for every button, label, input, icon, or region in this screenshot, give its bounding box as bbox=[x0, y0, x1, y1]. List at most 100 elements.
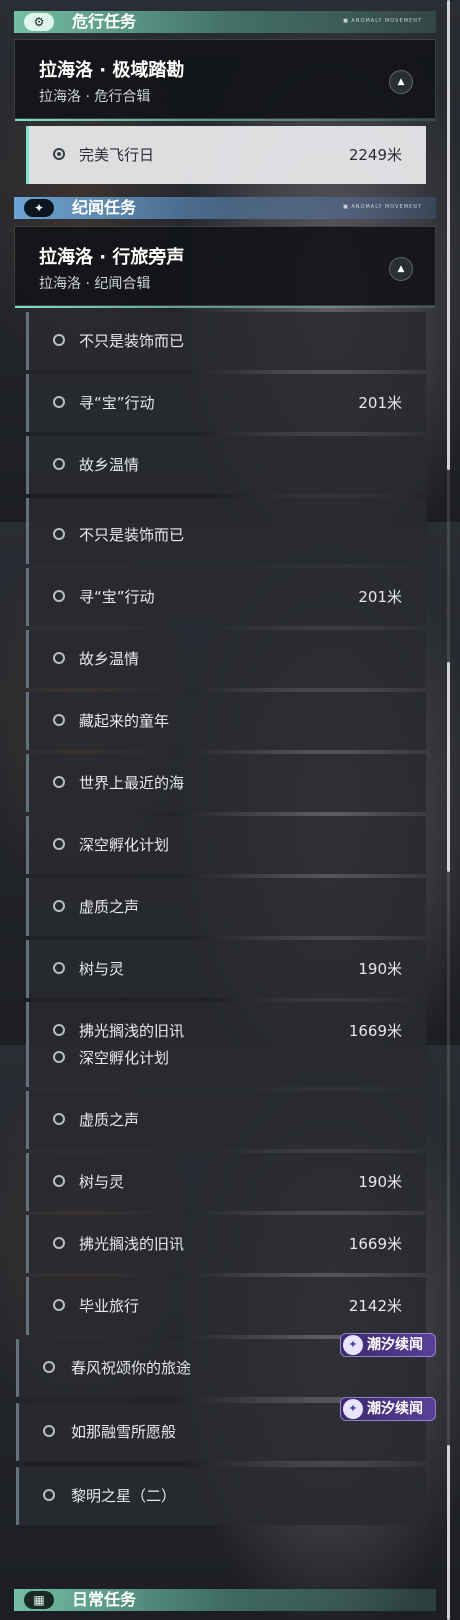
quest-item[interactable]: 虚质之声 bbox=[26, 1091, 426, 1149]
tide-icon: ✦ bbox=[343, 1399, 363, 1419]
section-tag: ■ ANOMALY MOVEMENT bbox=[343, 18, 422, 24]
chapter-subtitle: 拉海洛 · 纪闻合辑 bbox=[39, 276, 151, 292]
quest-item[interactable]: 深空孵化计划 bbox=[26, 1045, 426, 1087]
badge-label: 潮汐续闻 bbox=[367, 1337, 423, 1353]
tide-badge: ✦ 潮汐续闻 bbox=[340, 1397, 436, 1421]
radio-icon bbox=[53, 458, 65, 470]
radio-icon bbox=[53, 590, 65, 602]
radio-icon bbox=[53, 1175, 65, 1187]
scrollbar[interactable] bbox=[447, 1045, 450, 1620]
quest-name: 春风祝颂你的旅途 bbox=[71, 1359, 192, 1377]
quest-name: 故乡温情 bbox=[79, 456, 140, 474]
radio-icon bbox=[53, 396, 65, 408]
quest-name: 藏起来的童年 bbox=[79, 712, 170, 730]
quest-name: 寻“宝”行动 bbox=[79, 588, 155, 606]
quest-name: 毕业旅行 bbox=[79, 1297, 140, 1315]
quest-item-active[interactable]: 完美飞行日 2249米 bbox=[26, 126, 426, 184]
radio-icon bbox=[43, 1489, 55, 1501]
quest-name: 世界上最近的海 bbox=[79, 774, 185, 792]
quest-distance: 201米 bbox=[358, 394, 402, 412]
chapter-title: 拉海洛 · 极域踏勘 bbox=[39, 60, 185, 81]
section-title: 纪闻任务 bbox=[72, 198, 137, 217]
quest-item[interactable]: 不只是装饰而已 bbox=[26, 312, 426, 370]
quest-name: 树与灵 bbox=[79, 960, 125, 978]
quest-item[interactable]: 拂光搁浅的旧讯 1669米 bbox=[26, 1215, 426, 1273]
quest-item[interactable]: 寻“宝”行动 201米 bbox=[26, 568, 426, 626]
quest-item[interactable]: 故乡温情 bbox=[26, 630, 426, 688]
gear-icon: ⚙ bbox=[24, 13, 54, 31]
quest-item[interactable]: 藏起来的童年 bbox=[26, 692, 426, 750]
radio-icon bbox=[53, 652, 65, 664]
quest-item[interactable]: 不只是装饰而已 bbox=[26, 522, 426, 564]
quest-name: 深空孵化计划 bbox=[79, 836, 170, 854]
radio-selected-icon bbox=[53, 148, 65, 160]
quest-panel-top: ⚙ 危行任务 ■ ANOMALY MOVEMENT 拉海洛 · 极域踏勘 拉海洛… bbox=[0, 0, 460, 522]
quest-distance: 2142米 bbox=[348, 1297, 402, 1315]
collapse-icon[interactable]: ▲ bbox=[389, 70, 413, 94]
section-header-danger[interactable]: ⚙ 危行任务 ■ ANOMALY MOVEMENT bbox=[14, 11, 436, 33]
section-title: 日常任务 bbox=[72, 1590, 137, 1609]
tide-quest-item[interactable]: 黎明之星（二） bbox=[16, 1467, 426, 1525]
quest-name: 不只是装饰而已 bbox=[79, 332, 185, 350]
quest-item[interactable]: 拂光搁浅的旧讯 1669米 bbox=[26, 1002, 426, 1045]
quest-name: 寻“宝”行动 bbox=[79, 394, 155, 412]
quest-item[interactable]: 寻“宝”行动 201米 bbox=[26, 374, 426, 432]
quest-name: 不只是装饰而已 bbox=[79, 526, 185, 544]
quest-item[interactable] bbox=[26, 498, 426, 522]
quest-distance: 1669米 bbox=[348, 1235, 402, 1253]
radio-icon bbox=[53, 1051, 65, 1063]
radio-icon bbox=[53, 1113, 65, 1125]
radio-icon bbox=[43, 1425, 55, 1437]
quest-item[interactable]: 故乡温情 bbox=[26, 436, 426, 494]
radio-icon bbox=[53, 1024, 65, 1036]
chapter-subtitle: 拉海洛 · 危行合辑 bbox=[39, 89, 151, 105]
quest-item[interactable]: 深空孵化计划 bbox=[26, 816, 426, 874]
quest-name: 如那融雪所愿般 bbox=[71, 1423, 177, 1441]
quest-distance: 190米 bbox=[358, 1173, 402, 1191]
quest-item[interactable]: 树与灵 190米 bbox=[26, 940, 426, 998]
radio-icon bbox=[53, 776, 65, 788]
section-header-daily[interactable]: ▦ 日常任务 bbox=[14, 1589, 436, 1611]
section-title: 危行任务 bbox=[72, 12, 137, 31]
radio-icon bbox=[53, 528, 65, 540]
quest-item[interactable]: 毕业旅行 2142米 bbox=[26, 1277, 426, 1335]
collapse-icon[interactable]: ▲ bbox=[389, 257, 413, 281]
quest-distance: 2249米 bbox=[348, 146, 402, 164]
scrollbar[interactable] bbox=[447, 522, 450, 1045]
quest-panel-bottom: 深空孵化计划 虚质之声 树与灵 190米 拂光搁浅的旧讯 1669米 毕业旅行 … bbox=[0, 1045, 460, 1620]
radio-icon bbox=[53, 1237, 65, 1249]
quest-distance: 1669米 bbox=[348, 1022, 402, 1040]
quest-panel-middle: 不只是装饰而已 寻“宝”行动 201米 故乡温情 藏起来的童年 世界上最近的海 … bbox=[0, 522, 460, 1045]
quest-name: 虚质之声 bbox=[79, 898, 140, 916]
badge-label: 潮汐续闻 bbox=[367, 1401, 423, 1417]
section-header-lore[interactable]: ✦ 纪闻任务 ■ ANOMALY MOVEMENT bbox=[14, 197, 436, 219]
tide-badge: ✦ 潮汐续闻 bbox=[340, 1333, 436, 1357]
quest-item[interactable]: 世界上最近的海 bbox=[26, 754, 426, 812]
quest-name: 拂光搁浅的旧讯 bbox=[79, 1235, 185, 1253]
tide-icon: ✦ bbox=[343, 1335, 363, 1355]
quest-item[interactable]: 树与灵 190米 bbox=[26, 1153, 426, 1211]
quest-distance: 190米 bbox=[358, 960, 402, 978]
calendar-icon: ▦ bbox=[24, 1591, 54, 1609]
radio-icon bbox=[53, 334, 65, 346]
chapter-card-lore[interactable]: 拉海洛 · 行旅旁声 拉海洛 · 纪闻合辑 ▲ bbox=[14, 226, 436, 308]
quest-name: 拂光搁浅的旧讯 bbox=[79, 1022, 185, 1040]
radio-icon bbox=[53, 1299, 65, 1311]
quest-name: 深空孵化计划 bbox=[79, 1049, 170, 1067]
radio-icon bbox=[53, 962, 65, 974]
quest-item[interactable]: 虚质之声 bbox=[26, 878, 426, 936]
quest-name: 完美飞行日 bbox=[79, 146, 155, 164]
quest-name: 故乡温情 bbox=[79, 650, 140, 668]
quest-name: 树与灵 bbox=[79, 1173, 125, 1191]
chapter-title: 拉海洛 · 行旅旁声 bbox=[39, 247, 185, 268]
quest-name: 虚质之声 bbox=[79, 1111, 140, 1129]
section-tag: ■ ANOMALY MOVEMENT bbox=[343, 204, 422, 210]
quest-distance: 201米 bbox=[358, 588, 402, 606]
radio-icon bbox=[43, 1361, 55, 1373]
chapter-card-danger[interactable]: 拉海洛 · 极域踏勘 拉海洛 · 危行合辑 ▲ bbox=[14, 39, 436, 121]
scrollbar[interactable] bbox=[447, 0, 450, 522]
radio-icon bbox=[53, 838, 65, 850]
star-icon: ✦ bbox=[24, 199, 54, 217]
radio-icon bbox=[53, 900, 65, 912]
quest-name: 黎明之星（二） bbox=[71, 1487, 177, 1505]
